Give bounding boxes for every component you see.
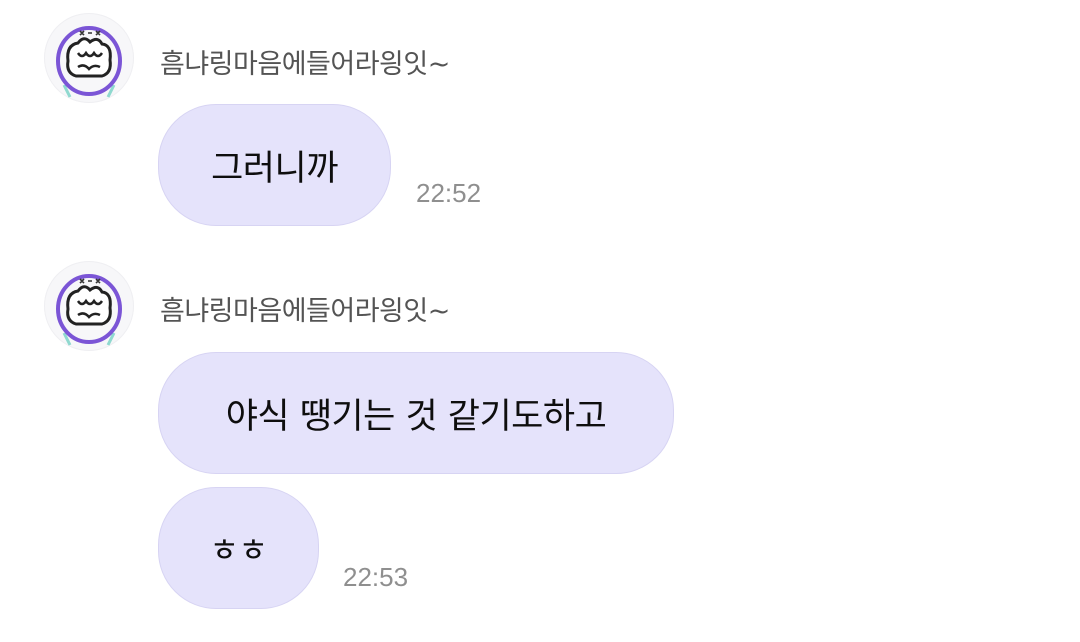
message-time: 22:52	[416, 178, 482, 208]
doodle-face-icon	[56, 26, 122, 98]
message-time: 22:53	[343, 562, 409, 592]
avatar[interactable]	[44, 13, 134, 103]
doodle-face-icon	[56, 274, 122, 346]
message-bubble[interactable]: 야식 땡기는 것 같기도하고	[158, 352, 674, 474]
sender-name: 흠냐링마음에들어라읭잇~	[160, 49, 450, 80]
sender-name: 흠냐링마음에들어라읭잇~	[160, 296, 450, 327]
avatar[interactable]	[44, 261, 134, 351]
message-bubble[interactable]: ㅎㅎ	[158, 487, 319, 609]
message-bubble[interactable]: 그러니까	[158, 104, 391, 226]
